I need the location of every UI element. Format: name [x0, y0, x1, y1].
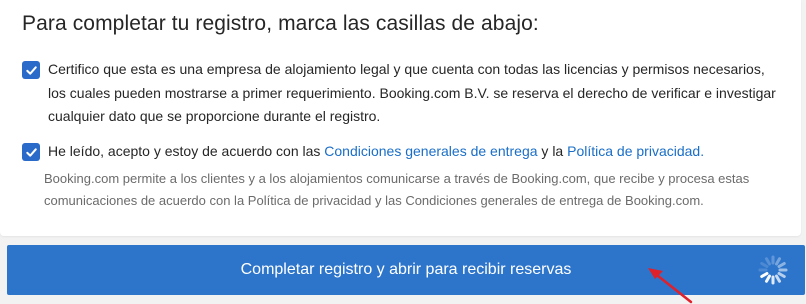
checkmark-icon — [25, 147, 37, 157]
terms-text-before: He leído, acepto y estoy de acuerdo con … — [48, 143, 325, 159]
terms-of-delivery-link[interactable]: Condiciones generales de entrega — [324, 143, 537, 159]
loading-spinner-icon — [758, 255, 788, 285]
complete-registration-label: Completar registro y abrir para recibir … — [240, 261, 572, 278]
terms-text: He leído, acepto y estoy de acuerdo con … — [48, 140, 778, 164]
complete-registration-button[interactable]: Completar registro y abrir para recibir … — [7, 245, 805, 295]
checkmark-icon — [25, 65, 37, 75]
legal-business-text: Certifico que esta es una empresa de alo… — [48, 61, 776, 124]
communications-note: Booking.com permite a los clientes y a l… — [44, 171, 750, 208]
registration-page: Para completar tu registro, marca las ca… — [0, 0, 806, 304]
page-title: Para completar tu registro, marca las ca… — [22, 12, 539, 35]
registration-card: Para completar tu registro, marca las ca… — [0, 0, 801, 236]
terms-text-middle: y la — [537, 143, 568, 159]
legal-business-checkbox[interactable] — [22, 61, 40, 79]
terms-checkbox[interactable] — [22, 143, 40, 161]
privacy-policy-link[interactable]: Política de privacidad. — [567, 143, 704, 159]
